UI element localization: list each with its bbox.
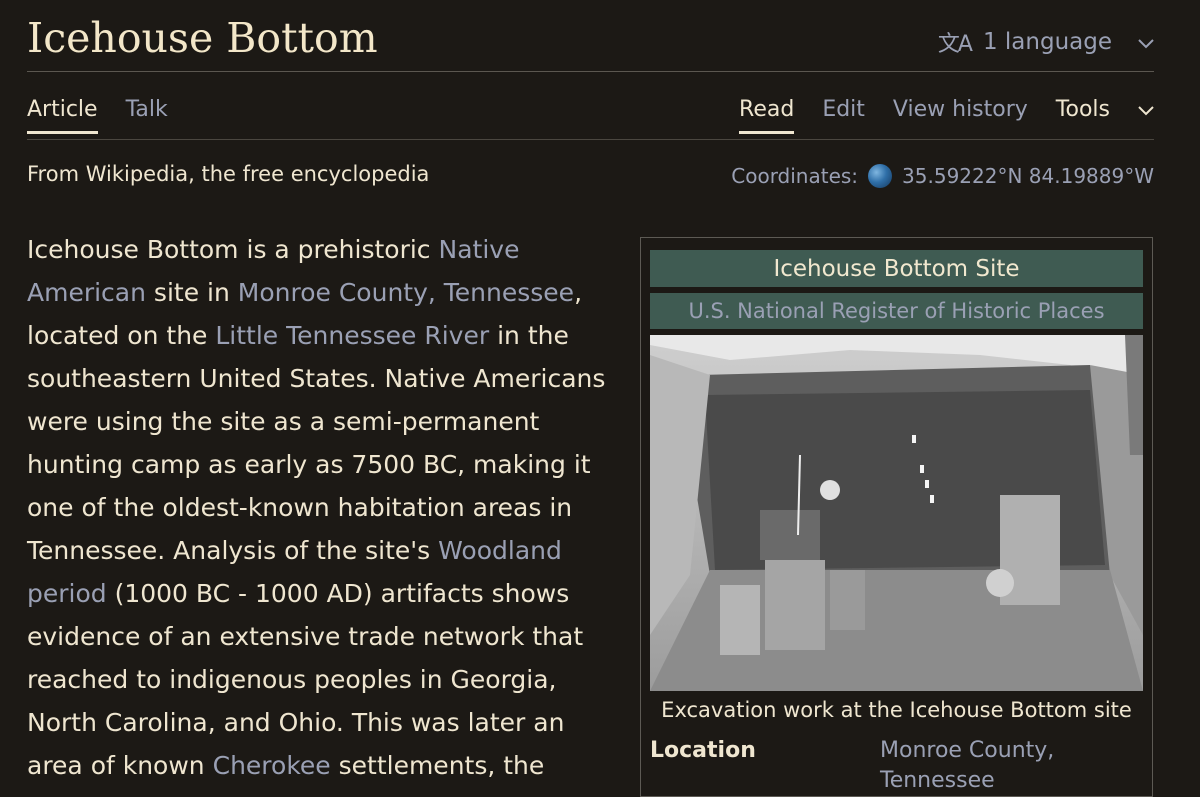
infobox: Icehouse Bottom Site U.S. National Regis… (640, 237, 1153, 797)
tab-tools[interactable]: Tools (1056, 97, 1110, 134)
coordinates-value[interactable]: 35.59222°N 84.19889°W (902, 164, 1154, 188)
article-text: is a prehistoric (238, 235, 439, 264)
article-link[interactable]: Monroe County, Tennessee (238, 278, 574, 307)
chevron-down-icon (1138, 29, 1154, 55)
photo-caption: Excavation work at the Icehouse Bottom s… (661, 698, 1132, 722)
tabs-divider (27, 139, 1154, 140)
globe-icon[interactable] (868, 164, 893, 188)
view-tabs: Read Edit View history Tools (739, 97, 1154, 134)
article-text: in the southeastern United States. Nativ… (27, 321, 606, 565)
page-title: Icehouse Bottom (27, 14, 378, 62)
language-selector[interactable]: 文A 1 language (938, 26, 1154, 58)
location-value-link[interactable]: Monroe County, Tennessee (880, 736, 1120, 796)
location-label: Location (650, 738, 756, 763)
tab-article[interactable]: Article (27, 97, 98, 134)
article-link[interactable]: Cherokee (213, 751, 331, 780)
coordinates-label: Coordinates: (731, 164, 859, 188)
lead-paragraph: Icehouse Bottom is a prehistoric Native … (27, 228, 617, 787)
coordinates: Coordinates: 35.59222°N 84.19889°W (731, 164, 1154, 188)
article-link[interactable]: Little Tennessee River (215, 321, 489, 350)
article-subject-bold: Icehouse Bottom (27, 235, 239, 264)
tab-read[interactable]: Read (739, 97, 795, 134)
language-label: 1 language (982, 29, 1112, 55)
article-body: Icehouse Bottom is a prehistoric Native … (27, 228, 617, 787)
namespace-tabs: Article Talk (27, 97, 168, 134)
article-text: settlements, the (330, 751, 545, 780)
excavation-photo[interactable] (650, 335, 1143, 691)
infobox-row-location: Location Monroe County, Tennessee (650, 736, 1143, 796)
tab-view-history[interactable]: View history (893, 97, 1028, 134)
tab-talk[interactable]: Talk (126, 97, 168, 134)
tools-chevron-down-icon[interactable] (1138, 97, 1154, 134)
nrhp-link[interactable]: U.S. National Register of Historic Place… (650, 293, 1143, 329)
article-text: site in (145, 278, 238, 307)
site-subtitle: From Wikipedia, the free encyclopedia (27, 162, 430, 186)
infobox-title: Icehouse Bottom Site (650, 250, 1143, 287)
title-divider (27, 71, 1154, 72)
article-text: (1000 BC - 1000 AD) artifacts shows evid… (27, 579, 584, 780)
tab-edit[interactable]: Edit (822, 97, 865, 134)
translate-icon: 文A (937, 32, 973, 57)
